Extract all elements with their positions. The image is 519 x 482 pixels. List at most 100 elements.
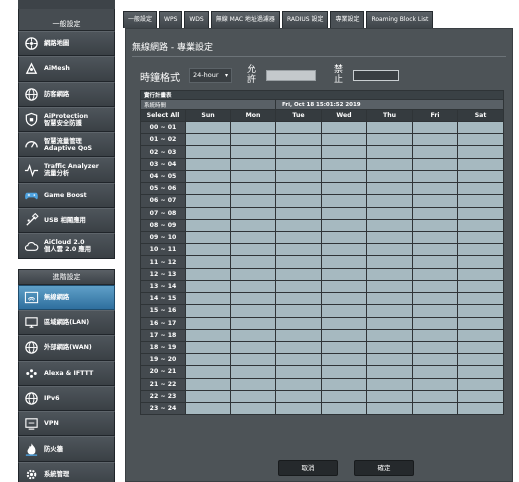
schedule-cell[interactable] xyxy=(230,279,276,294)
schedule-cell[interactable] xyxy=(230,377,276,391)
schedule-cell[interactable] xyxy=(185,316,231,330)
schedule-cell[interactable] xyxy=(275,230,322,245)
schedule-cell[interactable] xyxy=(321,328,367,342)
schedule-cell[interactable] xyxy=(185,377,231,391)
schedule-cell[interactable] xyxy=(456,182,505,196)
ok-button[interactable]: 確定 xyxy=(354,460,414,476)
sidebar-item-firewall[interactable]: 防火牆 xyxy=(18,436,115,462)
schedule-cell[interactable] xyxy=(230,145,276,159)
hour-row-label[interactable]: 06 ~ 07 xyxy=(140,194,186,208)
sidebar-item-game-boost[interactable]: Game Boost xyxy=(18,182,115,209)
schedule-cell[interactable] xyxy=(185,157,231,171)
hour-row-label[interactable]: 18 ~ 19 xyxy=(140,340,186,355)
schedule-cell[interactable] xyxy=(321,230,367,245)
tab-0[interactable]: 一般設定 xyxy=(123,11,158,28)
sidebar-item-traffic-analyzer[interactable]: Traffic Analyzer 流量分析 xyxy=(18,157,115,183)
schedule-cell[interactable] xyxy=(456,267,505,281)
sidebar-item-admin[interactable]: 系統管理 xyxy=(18,461,115,482)
schedule-cell[interactable] xyxy=(230,389,276,404)
schedule-cell[interactable] xyxy=(185,279,231,294)
schedule-cell[interactable] xyxy=(275,255,322,269)
schedule-cell[interactable] xyxy=(185,353,231,367)
schedule-cell[interactable] xyxy=(275,206,322,220)
schedule-cell[interactable] xyxy=(412,120,458,135)
schedule-cell[interactable] xyxy=(366,230,413,245)
schedule-cell[interactable] xyxy=(230,206,276,220)
sidebar-item-adaptive-qos[interactable]: 智慧流量管理 Adaptive QoS xyxy=(18,132,115,158)
schedule-cell[interactable] xyxy=(456,194,505,208)
hour-row-label[interactable]: 11 ~ 12 xyxy=(140,255,186,269)
schedule-cell[interactable] xyxy=(185,194,231,208)
schedule-cell[interactable] xyxy=(412,389,458,404)
schedule-cell[interactable] xyxy=(456,316,505,330)
schedule-cell[interactable] xyxy=(275,218,322,232)
schedule-cell[interactable] xyxy=(275,243,322,257)
schedule-cell[interactable] xyxy=(366,279,413,294)
schedule-cell[interactable] xyxy=(185,267,231,281)
schedule-cell[interactable] xyxy=(412,267,458,281)
tab-4[interactable]: RADIUS 設定 xyxy=(281,11,329,28)
schedule-cell[interactable] xyxy=(366,340,413,355)
schedule-cell[interactable] xyxy=(366,206,413,220)
schedule-cell[interactable] xyxy=(366,365,413,379)
schedule-cell[interactable] xyxy=(456,365,505,379)
schedule-cell[interactable] xyxy=(412,292,458,306)
cancel-button[interactable]: 取消 xyxy=(278,460,338,476)
schedule-cell[interactable] xyxy=(185,120,231,135)
schedule-cell[interactable] xyxy=(321,194,367,208)
schedule-cell[interactable] xyxy=(456,353,505,367)
schedule-cell[interactable] xyxy=(456,304,505,318)
schedule-cell[interactable] xyxy=(412,133,458,147)
sidebar-item-ipv6[interactable]: IPv6 xyxy=(18,385,115,412)
schedule-cell[interactable] xyxy=(456,206,505,220)
schedule-cell[interactable] xyxy=(321,377,367,391)
sidebar-item-usb[interactable]: USB 相關應用 xyxy=(18,208,115,234)
schedule-cell[interactable] xyxy=(275,377,322,391)
schedule-cell[interactable] xyxy=(412,402,458,416)
schedule-cell[interactable] xyxy=(412,328,458,342)
schedule-cell[interactable] xyxy=(412,255,458,269)
schedule-cell[interactable] xyxy=(412,145,458,159)
schedule-cell[interactable] xyxy=(456,218,505,232)
schedule-cell[interactable] xyxy=(456,169,505,184)
schedule-cell[interactable] xyxy=(366,255,413,269)
schedule-cell[interactable] xyxy=(366,304,413,318)
hour-row-label[interactable]: 21 ~ 22 xyxy=(140,377,186,391)
schedule-cell[interactable] xyxy=(456,389,505,404)
schedule-cell[interactable] xyxy=(366,145,413,159)
schedule-cell[interactable] xyxy=(321,279,367,294)
tab-2[interactable]: WDS xyxy=(184,11,209,28)
schedule-cell[interactable] xyxy=(456,255,505,269)
day-header-wed[interactable]: Wed xyxy=(321,109,367,122)
schedule-cell[interactable] xyxy=(412,243,458,257)
schedule-cell[interactable] xyxy=(412,182,458,196)
schedule-cell[interactable] xyxy=(321,206,367,220)
day-header-sat[interactable]: Sat xyxy=(456,109,505,122)
sidebar-item-aimesh[interactable]: AiMesh xyxy=(18,56,115,82)
schedule-cell[interactable] xyxy=(366,316,413,330)
schedule-cell[interactable] xyxy=(230,194,276,208)
schedule-cell[interactable] xyxy=(366,157,413,171)
select-all-button[interactable]: Select All xyxy=(140,109,186,122)
schedule-cell[interactable] xyxy=(275,194,322,208)
schedule-cell[interactable] xyxy=(366,328,413,342)
schedule-cell[interactable] xyxy=(185,340,231,355)
schedule-cell[interactable] xyxy=(366,194,413,208)
hour-row-label[interactable]: 17 ~ 18 xyxy=(140,328,186,342)
schedule-cell[interactable] xyxy=(366,267,413,281)
schedule-cell[interactable] xyxy=(412,377,458,391)
schedule-cell[interactable] xyxy=(230,365,276,379)
schedule-cell[interactable] xyxy=(275,292,322,306)
hour-row-label[interactable]: 16 ~ 17 xyxy=(140,316,186,330)
schedule-cell[interactable] xyxy=(321,304,367,318)
schedule-cell[interactable] xyxy=(275,304,322,318)
hour-row-label[interactable]: 05 ~ 06 xyxy=(140,182,186,196)
schedule-cell[interactable] xyxy=(185,243,231,257)
schedule-cell[interactable] xyxy=(275,169,322,184)
hour-row-label[interactable]: 13 ~ 14 xyxy=(140,279,186,294)
schedule-cell[interactable] xyxy=(321,157,367,171)
schedule-cell[interactable] xyxy=(230,230,276,245)
sidebar-item-network-map[interactable]: 網路地圖 xyxy=(18,31,115,57)
hour-row-label[interactable]: 00 ~ 01 xyxy=(140,120,186,135)
schedule-cell[interactable] xyxy=(185,255,231,269)
